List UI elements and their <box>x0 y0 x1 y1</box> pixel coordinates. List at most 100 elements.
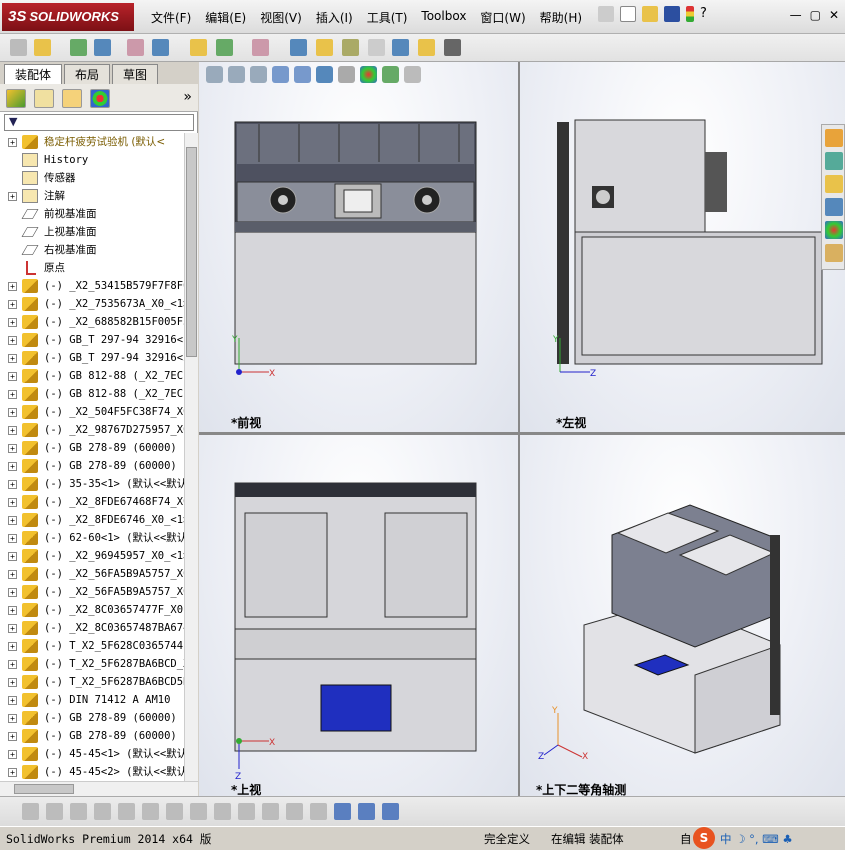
tree-item[interactable]: + (-) _X2_8C03657477F_X0 <box>0 601 184 619</box>
expand-toggle-icon[interactable]: + <box>8 354 17 363</box>
grid-icon[interactable] <box>286 803 303 820</box>
tree-item[interactable]: + (-) GB_T 297-94 32916<2 <box>0 349 184 367</box>
expand-toggle-icon[interactable]: + <box>8 300 17 309</box>
tree-item[interactable]: + (-) _X2_7535673A_X0_<1> <box>0 295 184 313</box>
tree-item[interactable]: + (-) T_X2_5F6287BA6BCD_X <box>0 655 184 673</box>
expand-toggle-icon[interactable]: + <box>8 516 17 525</box>
minimize-button[interactable]: — <box>790 8 802 22</box>
zoom-area-icon[interactable] <box>228 66 245 83</box>
appearance-manager-icon[interactable] <box>90 89 110 108</box>
new-document-icon[interactable] <box>620 6 636 22</box>
help-icon[interactable]: ? <box>700 6 716 22</box>
panel-collapse-button[interactable]: » <box>183 89 192 105</box>
expand-toggle-icon[interactable]: + <box>8 480 17 489</box>
angle-icon[interactable] <box>310 803 327 820</box>
tree-item[interactable]: + (-) _X2_56FA5B9A5757_X0 <box>0 583 184 601</box>
solidworks-logo[interactable]: 3S SOLIDWORKS <box>2 3 134 31</box>
insert-component-icon[interactable] <box>34 39 51 56</box>
expand-toggle-icon[interactable]: + <box>8 714 17 723</box>
tree-item[interactable]: + (-) T_X2_5F628C0365744E <box>0 637 184 655</box>
polygon-icon[interactable] <box>94 803 111 820</box>
ime-status-icons[interactable]: 中 ☽ °, ⌨ ♣ <box>720 831 793 847</box>
expand-toggle-icon[interactable]: + <box>8 462 17 471</box>
mate-icon[interactable] <box>70 39 87 56</box>
tree-item[interactable]: + (-) _X2_96945957_X0_<1> <box>0 547 184 565</box>
viewport-splitter-vertical[interactable] <box>518 62 520 796</box>
assembly-features-icon[interactable] <box>216 39 233 56</box>
tree-item[interactable]: + (-) GB 812-88 (_X2_7EC <box>0 367 184 385</box>
tree-item[interactable]: + (-) GB 278-89 (60000) <box>0 457 184 475</box>
viewport-front[interactable]: *前视 YX <box>199 62 518 432</box>
expand-toggle-icon[interactable]: + <box>8 624 17 633</box>
expand-toggle-icon[interactable]: + <box>8 768 17 777</box>
tree-item[interactable]: + (-) 35-35<1> (默认<<默认 <box>0 475 184 493</box>
expand-toggle-icon[interactable]: + <box>8 660 17 669</box>
zoom-to-fit-icon[interactable] <box>206 66 223 83</box>
clearance-icon[interactable] <box>418 39 435 56</box>
expand-toggle-icon[interactable]: + <box>8 570 17 579</box>
exploded-view-icon[interactable] <box>342 39 359 56</box>
expand-toggle-icon[interactable]: + <box>8 444 17 453</box>
tree-item[interactable]: + (-) 45-45<1> (默认<<默认 <box>0 745 184 763</box>
interference-icon[interactable] <box>392 39 409 56</box>
expand-toggle-icon[interactable]: + <box>8 192 17 201</box>
fillet-icon[interactable] <box>214 803 231 820</box>
expand-toggle-icon[interactable]: + <box>8 606 17 615</box>
display-style-icon[interactable] <box>316 66 333 83</box>
previous-view-icon[interactable] <box>250 66 267 83</box>
four-view-icon[interactable] <box>382 803 399 820</box>
expand-toggle-icon[interactable]: + <box>8 336 17 345</box>
tree-item[interactable]: + (-) _X2_98767D275957_X0 <box>0 421 184 439</box>
tree-item[interactable]: + (-) _X2_688582B15F005F3 <box>0 313 184 331</box>
tree-item[interactable]: + (-) _X2_8FDE6746_X0_<1> <box>0 511 184 529</box>
configuration-manager-icon[interactable] <box>62 89 82 108</box>
tree-item[interactable]: + 注解 <box>0 187 184 205</box>
expand-toggle-icon[interactable]: + <box>8 552 17 561</box>
file-explorer-icon[interactable] <box>825 175 843 193</box>
expand-toggle-icon[interactable]: + <box>8 282 17 291</box>
tree-horizontal-scrollbar[interactable] <box>0 781 198 796</box>
appearances-scenes-icon[interactable] <box>825 221 843 239</box>
menu-item-5[interactable]: Toolbox <box>414 9 473 26</box>
expand-toggle-icon[interactable]: + <box>8 750 17 759</box>
tree-item[interactable]: 传感器 <box>0 169 184 187</box>
menu-item-6[interactable]: 窗口(W) <box>473 9 532 26</box>
design-library-icon[interactable] <box>825 152 843 170</box>
extend-icon[interactable] <box>142 803 159 820</box>
view-orientation-icon[interactable] <box>294 66 311 83</box>
instant3d-icon[interactable] <box>444 39 461 56</box>
tree-item[interactable]: + (-) _X2_53415B579F7F8F6 <box>0 277 184 295</box>
smart-fasteners-icon[interactable] <box>127 39 144 56</box>
shaded-view-icon[interactable] <box>334 803 351 820</box>
trim-icon[interactable] <box>118 803 135 820</box>
rebuild-traffic-light-icon[interactable] <box>686 6 694 22</box>
viewport-splitter-horizontal[interactable] <box>199 432 845 435</box>
menu-item-0[interactable]: 文件(F) <box>144 9 198 26</box>
menu-item-1[interactable]: 编辑(E) <box>198 9 253 26</box>
custom-properties-icon[interactable] <box>825 244 843 262</box>
expand-toggle-icon[interactable]: + <box>8 498 17 507</box>
open-folder-icon[interactable] <box>642 6 658 22</box>
close-button[interactable]: ✕ <box>829 8 839 22</box>
bill-of-materials-icon[interactable] <box>316 39 333 56</box>
mirror-icon[interactable] <box>190 803 207 820</box>
offset-icon[interactable] <box>166 803 183 820</box>
expand-toggle-icon[interactable]: + <box>8 642 17 651</box>
move-component-icon[interactable] <box>152 39 169 56</box>
tree-item[interactable]: + (-) GB 278-89 (60000) <box>0 709 184 727</box>
tree-item[interactable]: + (-) 62-60<1> (默认<<默认 <box>0 529 184 547</box>
expand-toggle-icon[interactable]: + <box>8 588 17 597</box>
tree-item[interactable]: + (-) _X2_504F5FC38F74_X0 <box>0 403 184 421</box>
viewport-top[interactable]: *上视 XZ <box>199 435 518 796</box>
expand-toggle-icon[interactable]: + <box>8 426 17 435</box>
expand-toggle-icon[interactable]: + <box>8 372 17 381</box>
tree-item[interactable]: + (-) DIN 71412 A AM10 <box>0 691 184 709</box>
solidworks-resources-icon[interactable] <box>825 129 843 147</box>
menu-item-3[interactable]: 插入(I) <box>309 9 360 26</box>
view-palette-icon[interactable] <box>825 198 843 216</box>
tree-item[interactable]: History <box>0 151 184 169</box>
point-icon[interactable] <box>22 803 39 820</box>
tree-item[interactable]: 原点 <box>0 259 184 277</box>
expand-toggle-icon[interactable]: + <box>8 732 17 741</box>
tab-layout[interactable]: 布局 <box>64 64 111 84</box>
